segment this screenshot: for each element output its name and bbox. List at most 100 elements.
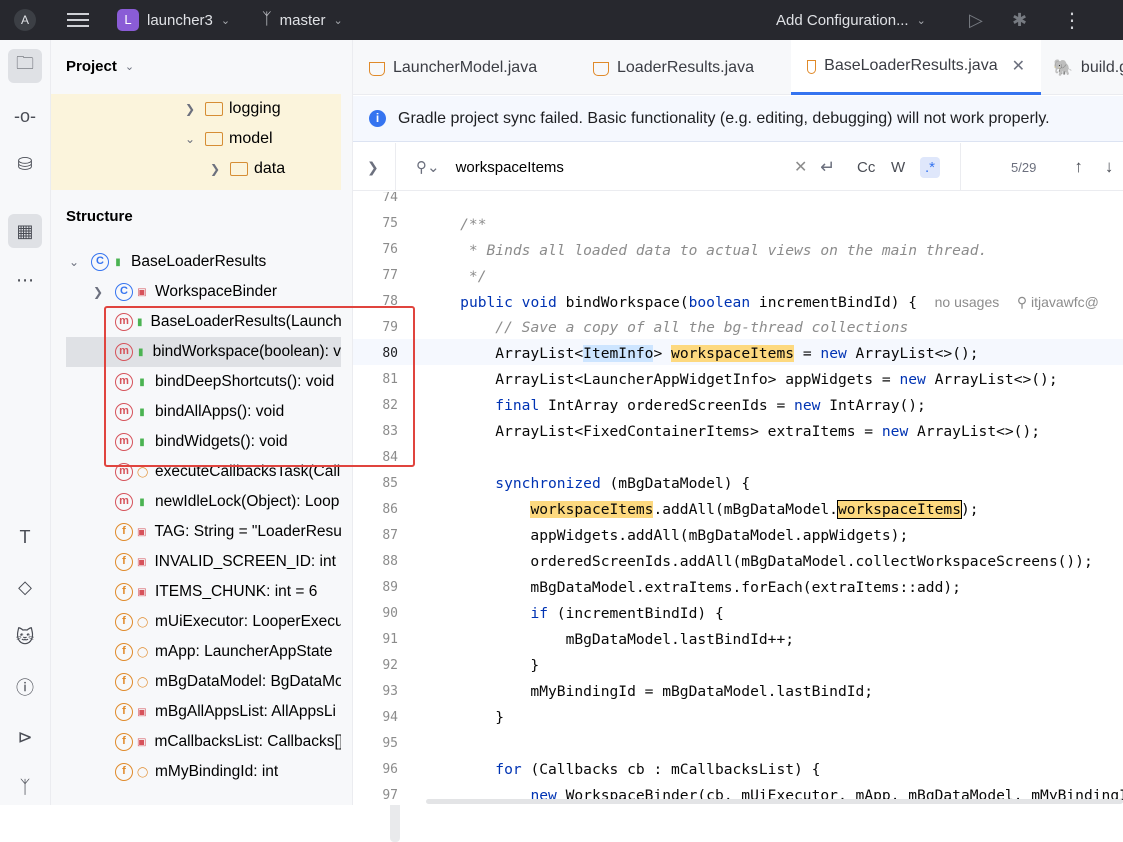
regex-button[interactable]: .* xyxy=(920,143,941,191)
previous-match-button[interactable]: ↑ xyxy=(1074,157,1083,177)
code-line: public void bindWorkspace(boolean increm… xyxy=(460,294,1099,311)
structure-item-label: mMyBindingId: int xyxy=(155,763,279,780)
terminal-tool-button[interactable]: ⊳ xyxy=(8,720,42,754)
line-number: 93 xyxy=(382,684,398,699)
code-line: mBgDataModel.lastBindId++; xyxy=(425,631,795,648)
close-icon[interactable]: ✕ xyxy=(1012,56,1025,76)
structure-item-tag[interactable]: f ▣ TAG: String = "LoaderResu xyxy=(115,517,341,547)
tab-launcher-model[interactable]: LauncherModel.java xyxy=(369,40,537,95)
inner-class-icon: C xyxy=(115,283,133,301)
line-number: 92 xyxy=(382,658,398,673)
java-file-icon xyxy=(369,61,385,76)
find-bar: ❯ ⚲⌄ workspaceItems ✕ ↵ Cc W .* 5/29 ↑ ↓ xyxy=(353,143,1123,191)
banner-text: Gradle project sync failed. Basic functi… xyxy=(398,109,1050,127)
line-number: 74 xyxy=(382,192,398,205)
search-input[interactable]: workspaceItems xyxy=(456,159,564,176)
line-number: 76 xyxy=(382,242,398,257)
structure-item-class[interactable]: ⌄ C ▮ BaseLoaderResults xyxy=(65,247,341,277)
line-number: 95 xyxy=(382,736,398,751)
project-tool-button[interactable]: 🗀 xyxy=(8,49,42,83)
next-match-button[interactable]: ↓ xyxy=(1105,157,1114,177)
public-icon: ▮ xyxy=(139,496,145,508)
chevron-right-icon: ❯ xyxy=(209,162,221,176)
structure-item-invalid-screen-id[interactable]: f ▣ INVALID_SCREEN_ID: int = xyxy=(115,547,341,577)
structure-icon: ▦ xyxy=(16,220,34,241)
project-panel-header[interactable]: Project ⌄ xyxy=(66,58,134,75)
tab-label: LoaderResults.java xyxy=(617,58,754,76)
code-editor[interactable]: 74 75 76 77 78 79 80 81 82 83 84 85 86 87 88 89 90 91 92 93… xyxy=(353,192,1123,805)
code-line: } xyxy=(425,709,505,726)
more-actions-button[interactable]: ⋮ xyxy=(1062,0,1082,40)
tree-item-data[interactable]: ❯ data xyxy=(206,154,285,184)
logcat-tool-button[interactable]: 🐱 xyxy=(8,620,42,654)
whole-words-button[interactable]: W xyxy=(891,143,905,191)
protected-icon: ◯ xyxy=(137,676,149,688)
debug-button[interactable]: ✱ xyxy=(1012,0,1027,40)
build-tool-button[interactable]: T xyxy=(8,520,42,554)
structure-tool-button[interactable]: ▦ xyxy=(8,214,42,248)
alert-icon: ⓘ xyxy=(16,678,34,698)
structure-item-bg-all-apps-list[interactable]: f ▣ mBgAllAppsList: AllAppsLi xyxy=(115,697,341,727)
protected-icon: ◯ xyxy=(137,466,149,478)
line-number: 94 xyxy=(382,710,398,725)
structure-item-ui-executor[interactable]: f ◯ mUiExecutor: LooperExecu xyxy=(115,607,341,637)
commit-icon: -o- xyxy=(14,105,36,126)
app-logo[interactable]: A xyxy=(13,0,37,40)
title-bar: A L launcher3 ⌄ ᛉ master ⌄ Add Configura… xyxy=(0,0,1123,40)
match-case-button[interactable]: Cc xyxy=(857,143,875,191)
structure-item-new-idle-lock[interactable]: m ▮ newIdleLock(Object): Loop xyxy=(115,487,341,517)
gradle-sync-banner: i Gradle project sync failed. Basic func… xyxy=(353,96,1123,142)
run-configuration-selector[interactable]: Add Configuration... ⌄ xyxy=(776,0,926,40)
code-line: if (incrementBindId) { xyxy=(530,605,724,622)
commit-tool-button[interactable]: -o- xyxy=(8,99,42,133)
chevron-right-icon: ❯ xyxy=(184,102,196,116)
project-switcher[interactable]: L launcher3 ⌄ xyxy=(117,0,230,40)
gem-tool-button[interactable]: ◇ xyxy=(8,570,42,604)
code-line: appWidgets.addAll(mBgDataModel.appWidget… xyxy=(425,527,909,544)
protected-icon: ◯ xyxy=(137,646,149,658)
protected-icon: ◯ xyxy=(137,616,149,628)
project-badge: L xyxy=(117,9,139,31)
structure-item-items-chunk[interactable]: f ▣ ITEMS_CHUNK: int = 6 xyxy=(115,577,341,607)
structure-item-inner-class[interactable]: ❯ C ▣ WorkspaceBinder xyxy=(89,277,341,307)
search-history-icon[interactable]: ⚲⌄ xyxy=(416,158,440,176)
structure-item-my-binding-id[interactable]: f ◯ mMyBindingId: int xyxy=(115,757,341,787)
structure-item-callbacks-list[interactable]: f ▣ mCallbacksList: Callbacks[] xyxy=(115,727,341,757)
structure-item-label: TAG: String = "LoaderResu xyxy=(154,523,341,540)
tab-base-loader-results[interactable]: BaseLoaderResults.java ✕ xyxy=(791,40,1041,95)
structure-item-app[interactable]: f ◯ mApp: LauncherAppState xyxy=(115,637,341,667)
code-line: workspaceItems.addAll(mBgDataModel.works… xyxy=(530,500,979,519)
git-tool-button[interactable]: ᛉ xyxy=(8,770,42,804)
author-hint[interactable]: ⚲ itjavawfc@ xyxy=(1017,294,1099,310)
vcs-branch-widget[interactable]: ᛉ master ⌄ xyxy=(262,0,343,40)
folder-icon: 🗀 xyxy=(16,53,34,73)
terminal-icon: ⊳ xyxy=(17,726,33,747)
line-number: 89 xyxy=(382,580,398,595)
main-menu-button[interactable] xyxy=(66,0,90,40)
field-icon: f xyxy=(115,763,133,781)
tree-item-logging[interactable]: ❯ logging xyxy=(181,94,281,124)
new-line-button[interactable]: ↵ xyxy=(820,143,835,191)
problems-tool-button[interactable]: ⓘ xyxy=(8,670,42,704)
tab-build-gradle[interactable]: 🐘 build.g xyxy=(1053,40,1123,95)
code-line: ArrayList<LauncherAppWidgetInfo> appWidg… xyxy=(425,371,1058,388)
horizontal-scrollbar[interactable] xyxy=(426,799,1123,804)
match-count: 5/29 xyxy=(1011,159,1037,175)
structure-item-bg-data-model[interactable]: f ◯ mBgDataModel: BgDataMo xyxy=(115,667,341,697)
run-button[interactable]: ▷ xyxy=(969,0,983,40)
expand-replace-button[interactable]: ❯ xyxy=(367,143,379,191)
structure-item-label: BaseLoaderResults xyxy=(131,253,267,270)
more-vertical-icon: ⋮ xyxy=(1062,9,1082,32)
chevron-right-icon: ❯ xyxy=(92,285,104,299)
tree-item-model[interactable]: ⌄ model xyxy=(181,124,273,154)
resource-manager-button[interactable]: ⛁ xyxy=(8,147,42,181)
chevron-down-icon: ⌄ xyxy=(124,61,135,73)
gradle-icon: 🐘 xyxy=(1053,59,1073,77)
clear-search-button[interactable]: ✕ xyxy=(794,143,807,191)
tab-loader-results[interactable]: LoaderResults.java xyxy=(593,40,754,95)
line-number: 97 xyxy=(382,788,398,803)
private-icon: ▣ xyxy=(137,526,147,538)
usages-hint[interactable]: no usages xyxy=(935,294,1000,310)
more-tools-button[interactable]: ⋯ xyxy=(8,263,42,297)
tab-label: BaseLoaderResults.java xyxy=(824,57,998,74)
